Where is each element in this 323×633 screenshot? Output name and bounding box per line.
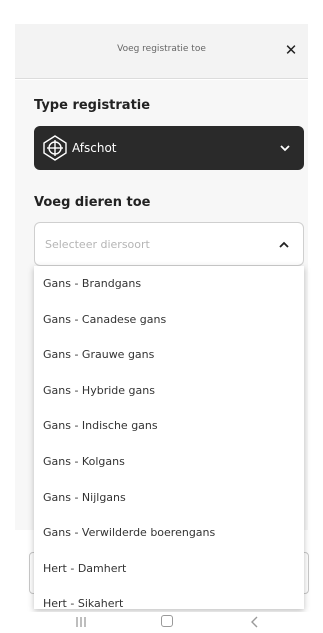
type-registratie-value: Afschot (72, 141, 117, 155)
dropdown-option[interactable]: Hert - Sikahert (34, 586, 304, 609)
dropdown-option[interactable]: Gans - Canadese gans (34, 302, 304, 338)
target-icon (43, 135, 67, 161)
sheet-title: Voeg registratie toe (117, 44, 206, 54)
dropdown-option[interactable]: Gans - Nijlgans (34, 480, 304, 516)
close-icon: ✕ (284, 41, 298, 59)
diersoort-select[interactable]: Selecteer diersoort (34, 222, 304, 266)
dropdown-option[interactable]: Gans - Kolgans (34, 444, 304, 480)
sheet-header: Voeg registratie toe ✕ (15, 24, 308, 79)
recent-apps-icon[interactable] (74, 616, 88, 628)
chevron-up-icon (279, 241, 289, 248)
system-nav-bar (0, 612, 323, 633)
screen: Voeg registratie toe ✕ Type registratie … (0, 0, 323, 633)
back-icon[interactable] (249, 615, 259, 629)
home-icon[interactable] (161, 615, 173, 627)
dropdown-option[interactable]: Gans - Verwilderde boerengans (34, 515, 304, 551)
dropdown-option[interactable]: Gans - Grauwe gans (34, 337, 304, 373)
dropdown-option[interactable]: Hert - Damhert (34, 551, 304, 587)
dropdown-option[interactable]: Gans - Hybride gans (34, 373, 304, 409)
voeg-dieren-label: Voeg dieren toe (34, 195, 151, 210)
diersoort-dropdown: Gans - Brandgans Gans - Canadese gans Ga… (34, 266, 304, 609)
chevron-down-icon (280, 145, 290, 152)
type-registratie-label: Type registratie (34, 98, 151, 113)
type-registratie-select[interactable]: Afschot (34, 126, 304, 170)
dropdown-option[interactable]: Gans - Indische gans (34, 408, 304, 444)
close-button[interactable]: ✕ (280, 39, 302, 61)
dropdown-option[interactable]: Gans - Brandgans (34, 266, 304, 302)
diersoort-placeholder: Selecteer diersoort (45, 238, 150, 251)
